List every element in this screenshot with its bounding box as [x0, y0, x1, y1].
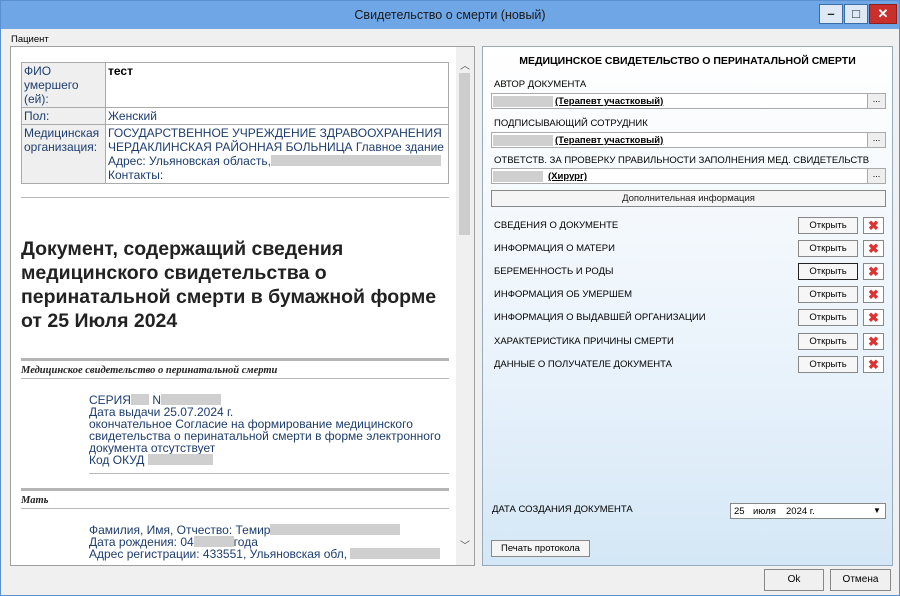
section-row: БЕРЕМЕННОСТЬ И РОДЫ Открыть ✖: [483, 263, 892, 281]
delete-icon[interactable]: ✖: [863, 356, 884, 373]
signer-label: ПОДПИСЫВАЮЩИЙ СОТРУДНИК: [494, 118, 648, 129]
fio-value: тест: [105, 62, 449, 108]
divider: [21, 197, 449, 198]
divider: [21, 508, 449, 509]
patient-tab-label[interactable]: Пациент: [11, 34, 49, 45]
section-row: ИНФОРМАЦИЯ ОБ УМЕРШЕМ Открыть ✖: [483, 286, 892, 304]
delete-icon[interactable]: ✖: [863, 333, 884, 350]
delete-icon[interactable]: ✖: [863, 286, 884, 303]
dialog-window: Свидетельство о смерти (новый) – □ ✕ Пац…: [0, 0, 900, 596]
section-row-label: ХАРАКТЕРИСТИКА ПРИЧИНЫ СМЕРТИ: [494, 336, 674, 347]
document-heading: Документ, содержащий сведения медицинско…: [21, 238, 437, 332]
section-bar: [21, 358, 449, 361]
section-row-label: ИНФОРМАЦИЯ О ВЫДАВШЕЙ ОРГАНИЗАЦИИ: [494, 312, 706, 323]
divider: [89, 473, 449, 474]
author-select-button[interactable]: ...: [867, 94, 885, 108]
okud-line: Код ОКУД: [89, 454, 444, 466]
author-label: АВТОР ДОКУМЕНТА: [494, 79, 587, 90]
org-address: Адрес: Ульяновская область,: [108, 154, 446, 168]
open-section-button[interactable]: Открыть: [798, 309, 858, 326]
chevron-down-icon[interactable]: ▼: [869, 504, 885, 518]
date-year[interactable]: 2024 г.: [786, 506, 815, 517]
section-bar: [21, 488, 449, 491]
open-section-button[interactable]: Открыть: [798, 217, 858, 234]
maximize-button[interactable]: □: [844, 4, 868, 24]
open-section-button[interactable]: Открыть: [798, 356, 858, 373]
section-row-label: ИНФОРМАЦИЯ О МАТЕРИ: [494, 243, 615, 254]
checker-label: ОТВЕТСТВ. ЗА ПРОВЕРКУ ПРАВИЛЬНОСТИ ЗАПОЛ…: [494, 155, 870, 166]
org-value: ГОСУДАРСТВЕННОЕ УЧРЕЖДЕНИЕ ЗДРАВООХРАНЕН…: [105, 124, 449, 184]
delete-icon[interactable]: ✖: [863, 240, 884, 257]
section-row-label: ИНФОРМАЦИЯ ОБ УМЕРШЕМ: [494, 289, 632, 300]
print-protocol-button[interactable]: Печать протокола: [491, 540, 590, 557]
section-row: СВЕДЕНИЯ О ДОКУМЕНТЕ Открыть ✖: [483, 217, 892, 235]
additional-info-button[interactable]: Дополнительная информация: [491, 190, 886, 207]
section-row: ИНФОРМАЦИЯ О ВЫДАВШЕЙ ОРГАНИЗАЦИИ Открыть…: [483, 309, 892, 327]
sex-value: Женский: [105, 107, 449, 125]
date-day[interactable]: 25: [734, 506, 745, 517]
section-row: ХАРАКТЕРИСТИКА ПРИЧИНЫ СМЕРТИ Открыть ✖: [483, 333, 892, 351]
minimize-button[interactable]: –: [819, 4, 843, 24]
delete-icon[interactable]: ✖: [863, 309, 884, 326]
org-name-line1: ГОСУДАРСТВЕННОЕ УЧРЕЖДЕНИЕ ЗДРАВООХРАНЕН…: [108, 126, 442, 140]
section-row-label: СВЕДЕНИЯ О ДОКУМЕНТЕ: [494, 220, 619, 231]
author-value: (Терапевт участковый): [555, 96, 664, 107]
signer-value: (Терапевт участковый): [555, 135, 664, 146]
org-name-line2: ЧЕРДАКЛИНСКАЯ РАЙОННАЯ БОЛЬНИЦА Главное …: [108, 140, 444, 154]
fio-label: ФИО умершего (ей):: [21, 62, 106, 108]
section-certificate-heading: Медицинское свидетельство о перинатально…: [21, 365, 278, 376]
org-contacts: Контакты:: [108, 168, 164, 182]
creation-date-picker[interactable]: 25 июля 2024 г. ▼: [730, 503, 886, 519]
section-row-label: БЕРЕМЕННОСТЬ И РОДЫ: [494, 266, 614, 277]
delete-icon[interactable]: ✖: [863, 263, 884, 280]
organization-table: Медицинская организация: ГОСУДАРСТВЕННОЕ…: [21, 124, 449, 184]
window-title: Свидетельство о смерти (новый): [354, 8, 546, 22]
signer-field[interactable]: (Терапевт участковый) ...: [491, 132, 886, 148]
checker-value: (Хирург): [548, 171, 588, 182]
patient-info-table: ФИО умершего (ей): тест Пол: Женский: [21, 62, 449, 125]
form-title: МЕДИЦИНСКОЕ СВИДЕТЕЛЬСТВО О ПЕРИНАТАЛЬНО…: [519, 55, 856, 67]
vertical-scrollbar[interactable]: ︿ ﹀: [456, 47, 474, 565]
delete-icon[interactable]: ✖: [863, 217, 884, 234]
creation-date-label: ДАТА СОЗДАНИЯ ДОКУМЕНТА: [492, 504, 633, 515]
section-row-label: ДАННЫЕ О ПОЛУЧАТЕЛЕ ДОКУМЕНТА: [494, 359, 672, 370]
open-section-button[interactable]: Открыть: [798, 263, 858, 280]
close-button[interactable]: ✕: [869, 4, 897, 24]
signer-select-button[interactable]: ...: [867, 133, 885, 147]
checker-select-button[interactable]: ...: [867, 169, 885, 183]
section-row: ИНФОРМАЦИЯ О МАТЕРИ Открыть ✖: [483, 240, 892, 258]
section-mother-heading: Мать: [21, 495, 49, 506]
org-label: Медицинская организация:: [21, 124, 106, 184]
sex-label: Пол:: [21, 107, 106, 125]
certificate-details: СЕРИЯ N Дата выдачи 25.07.2024 г. оконча…: [89, 394, 444, 466]
ok-button[interactable]: Ok: [764, 569, 824, 591]
title-bar: Свидетельство о смерти (новый) – □ ✕: [1, 1, 899, 29]
cancel-button[interactable]: Отмена: [830, 569, 891, 591]
divider: [21, 378, 449, 379]
scroll-down-icon[interactable]: ﹀: [456, 537, 474, 553]
scroll-up-icon[interactable]: ︿: [456, 57, 474, 73]
open-section-button[interactable]: Открыть: [798, 240, 858, 257]
checker-field[interactable]: (Хирург) ...: [491, 168, 886, 184]
scroll-thumb[interactable]: [459, 73, 470, 235]
certificate-form-panel: МЕДИЦИНСКОЕ СВИДЕТЕЛЬСТВО О ПЕРИНАТАЛЬНО…: [482, 46, 893, 566]
mother-registration: Адрес регистрации: 433551, Ульяновская о…: [89, 548, 444, 560]
section-row: ДАННЫЕ О ПОЛУЧАТЕЛЕ ДОКУМЕНТА Открыть ✖: [483, 356, 892, 374]
author-field[interactable]: (Терапевт участковый) ...: [491, 93, 886, 109]
open-section-button[interactable]: Открыть: [798, 333, 858, 350]
open-section-button[interactable]: Открыть: [798, 286, 858, 303]
mother-details: Фамилия, Имя, Отчество: Темир Дата рожде…: [89, 524, 444, 560]
document-preview-panel: ФИО умершего (ей): тест Пол: Женский Мед…: [10, 46, 475, 566]
date-month[interactable]: июля: [753, 506, 776, 517]
